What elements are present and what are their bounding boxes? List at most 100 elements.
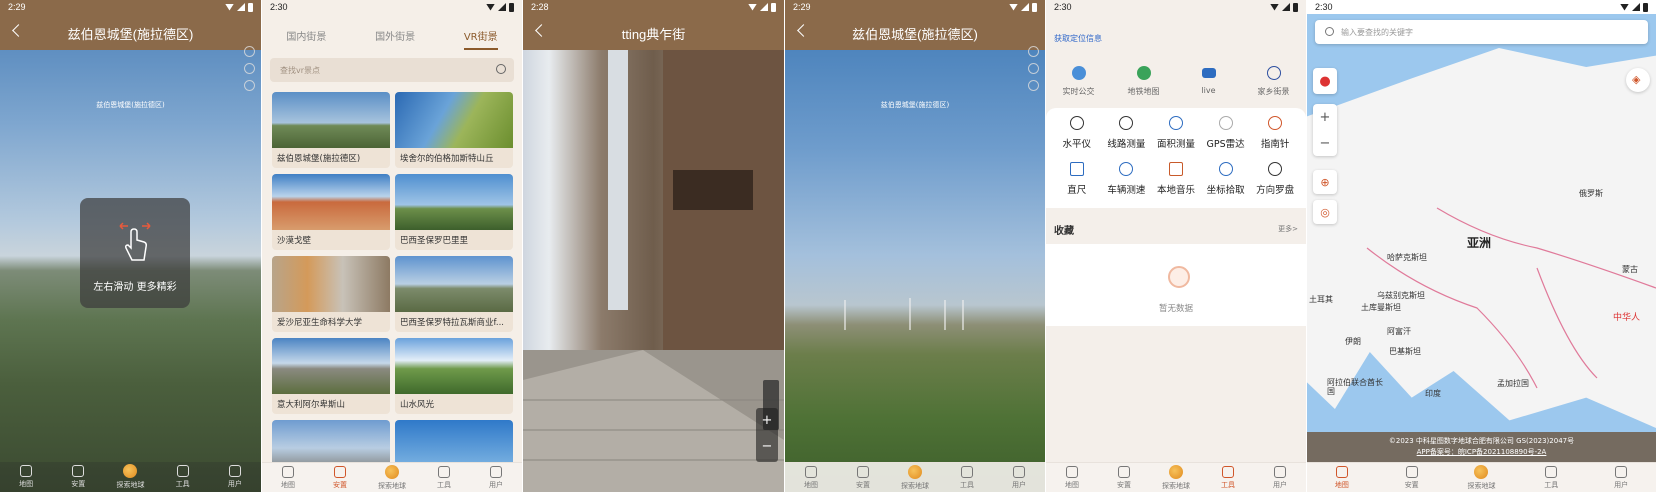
nav-map[interactable]: 地图 (1052, 465, 1092, 490)
vr-card[interactable]: 山水风光 (395, 338, 513, 414)
map-label-india: 印度 (1425, 389, 1441, 398)
globe-icon (123, 464, 138, 478)
more-link[interactable]: 更多> (1278, 224, 1298, 234)
search-input[interactable]: 查找vr景点 (270, 58, 514, 82)
nav-user[interactable]: 用户 (1260, 465, 1300, 490)
zoom-out-icon[interactable]: − (1320, 136, 1331, 151)
nav-map[interactable]: 地图 (791, 465, 831, 490)
layers-button[interactable]: ◈ (1626, 68, 1650, 92)
nav-tools[interactable]: 工具 (1208, 465, 1248, 490)
swipe-hand-icon (119, 222, 151, 261)
tool-compass[interactable]: 指南针 (1250, 116, 1300, 150)
nav-explore[interactable]: 探索地球 (1156, 464, 1196, 491)
compass-button[interactable]: ◎ (1313, 200, 1337, 224)
traffic-light-button[interactable]: ● (1313, 68, 1337, 94)
page-title: tting典乍街 (621, 27, 686, 42)
tab-vr[interactable]: VR街景 (463, 28, 498, 50)
get-location-link[interactable]: 获取定位信息 (1054, 33, 1102, 44)
battery-icon (1032, 2, 1037, 12)
map-icon (805, 465, 817, 478)
tab-foreign[interactable]: 国外街景 (375, 28, 415, 50)
nav-tools[interactable]: 工具 (163, 465, 203, 489)
nav-explore[interactable]: 探索地球 (895, 464, 935, 491)
live[interactable]: live (1181, 66, 1237, 97)
map-label-asia: 亚洲 (1467, 236, 1492, 250)
vr-card[interactable]: 埃舍尔的伯格加斯特山丘 (395, 92, 513, 168)
panel-map[interactable]: 2:30 输入要查找的关键字 ● + − ⊕ ◎ ◈ 亚洲 俄罗斯 哈萨克斯坦 乌… (1307, 0, 1656, 492)
vr-card[interactable]: 沙漠戈壁 (272, 174, 390, 250)
map-label-pakistan: 巴基斯坦 (1389, 347, 1421, 356)
tool-level[interactable]: 水平仪 (1052, 116, 1102, 150)
icp-link[interactable]: APP备案号：皖ICP备2021108890号-2A (1307, 447, 1656, 458)
copyright-text: ©2023 中科星图数字地球合肥有限公司 GS(2023)2047号 (1388, 437, 1575, 445)
search-icon[interactable] (496, 64, 506, 74)
panel-vr-street[interactable]: tting典乍街 2:28 + − (523, 0, 784, 492)
nav-place[interactable]: 安置 (1392, 465, 1432, 490)
vr-card[interactable]: 巴西圣保罗巴里里 (395, 174, 513, 250)
tool-music[interactable]: 本地音乐 (1151, 162, 1201, 196)
empty-icon (1168, 266, 1190, 288)
tool-direction[interactable]: 方向罗盘 (1250, 162, 1300, 196)
nav-map[interactable]: 地图 (1322, 465, 1362, 490)
zoom-in-icon[interactable]: + (756, 408, 778, 434)
tool-coordinate[interactable]: 坐标拾取 (1201, 162, 1251, 196)
nav-tools[interactable]: 工具 (1531, 465, 1571, 490)
nav-user[interactable]: 用户 (476, 465, 516, 490)
nav-tools[interactable]: 工具 (424, 465, 464, 490)
favorites-empty: 暂无数据 (1046, 244, 1306, 326)
nav-tools[interactable]: 工具 (947, 465, 987, 490)
status-bar: 2:29 (785, 0, 1045, 14)
realtime-bus[interactable]: 实时公交 (1051, 66, 1107, 97)
panel-vr-field[interactable]: 兹伯恩城堡(施拉德区) 2:29 兹伯恩城堡(施拉德区) (785, 0, 1045, 492)
bottom-nav: 地图 安置 探索地球 工具 用户 (785, 462, 1045, 492)
vr-card[interactable]: 意大利阿尔卑斯山 (272, 338, 390, 414)
map-icon (1066, 465, 1078, 478)
nav-explore[interactable]: 探索地球 (1461, 464, 1501, 491)
vr-card[interactable]: 巴西圣保罗特拉瓦斯商业f... (395, 256, 513, 332)
search-icon (1325, 27, 1334, 36)
tool-line-measure[interactable]: 线路测量 (1102, 116, 1152, 150)
tool-grid: 水平仪 线路测量 面积测量 GPS雷达 指南针 直尺 车辆测速 本地音乐 坐标拾… (1052, 116, 1300, 196)
side-tools (1028, 46, 1039, 91)
status-bar: 2:30 (262, 0, 522, 14)
nav-map[interactable]: 地图 (6, 465, 46, 489)
nav-user[interactable]: 用户 (215, 465, 255, 489)
vr-card[interactable]: 爱沙尼亚生命科学大学 (272, 256, 390, 332)
globe-icon (385, 464, 399, 479)
tool-ruler[interactable]: 直尺 (1052, 162, 1102, 196)
tab-domestic[interactable]: 国内街景 (286, 28, 326, 50)
nav-place[interactable]: 安置 (843, 465, 883, 490)
nav-user[interactable]: 用户 (1601, 465, 1641, 490)
gyro-icon[interactable] (244, 46, 255, 57)
favorites-title: 收藏 (1054, 226, 1074, 237)
zoom-out-icon[interactable]: − (756, 434, 778, 460)
nav-explore[interactable]: 探索地球 (110, 464, 150, 490)
vr-glasses-icon[interactable] (244, 63, 255, 74)
tool-gps-radar[interactable]: GPS雷达 (1201, 116, 1251, 150)
share-icon[interactable] (1028, 80, 1039, 91)
nav-place[interactable]: 安置 (320, 465, 360, 490)
swipe-hint-overlay[interactable]: 左右滑动 更多精彩 (80, 198, 190, 308)
zoom-in-icon[interactable]: + (1320, 110, 1331, 125)
tool-area-measure[interactable]: 面积测量 (1151, 116, 1201, 150)
panel-vr-aerial[interactable]: 兹伯恩城堡(施拉德区) 2:29 兹伯恩城堡(施拉德区) 左右滑动 更多精彩 (0, 0, 261, 492)
nav-place[interactable]: 安置 (1104, 465, 1144, 490)
hometown-street[interactable]: 家乡街景 (1246, 66, 1302, 97)
vr-glasses-icon[interactable] (1028, 63, 1039, 74)
locate-button[interactable]: ⊕ (1313, 170, 1337, 194)
nav-map[interactable]: 地图 (268, 465, 308, 490)
metro-map[interactable]: 地铁地图 (1116, 66, 1172, 97)
tool-speed[interactable]: 车辆测速 (1102, 162, 1152, 196)
nav-place[interactable]: 安置 (58, 465, 98, 489)
music-icon (1168, 162, 1183, 176)
nav-user[interactable]: 用户 (999, 465, 1039, 490)
user-icon (228, 465, 241, 477)
wifi-icon (1270, 3, 1279, 11)
vr-card[interactable]: 兹伯恩城堡(施拉德区) (272, 92, 390, 168)
gyro-icon[interactable] (1028, 46, 1039, 57)
nav-explore[interactable]: 探索地球 (372, 464, 412, 491)
pin-icon (857, 465, 869, 478)
map-search-input[interactable]: 输入要查找的关键字 (1315, 20, 1648, 44)
share-icon[interactable] (244, 80, 255, 91)
zoom-controls[interactable]: + − (756, 408, 778, 462)
